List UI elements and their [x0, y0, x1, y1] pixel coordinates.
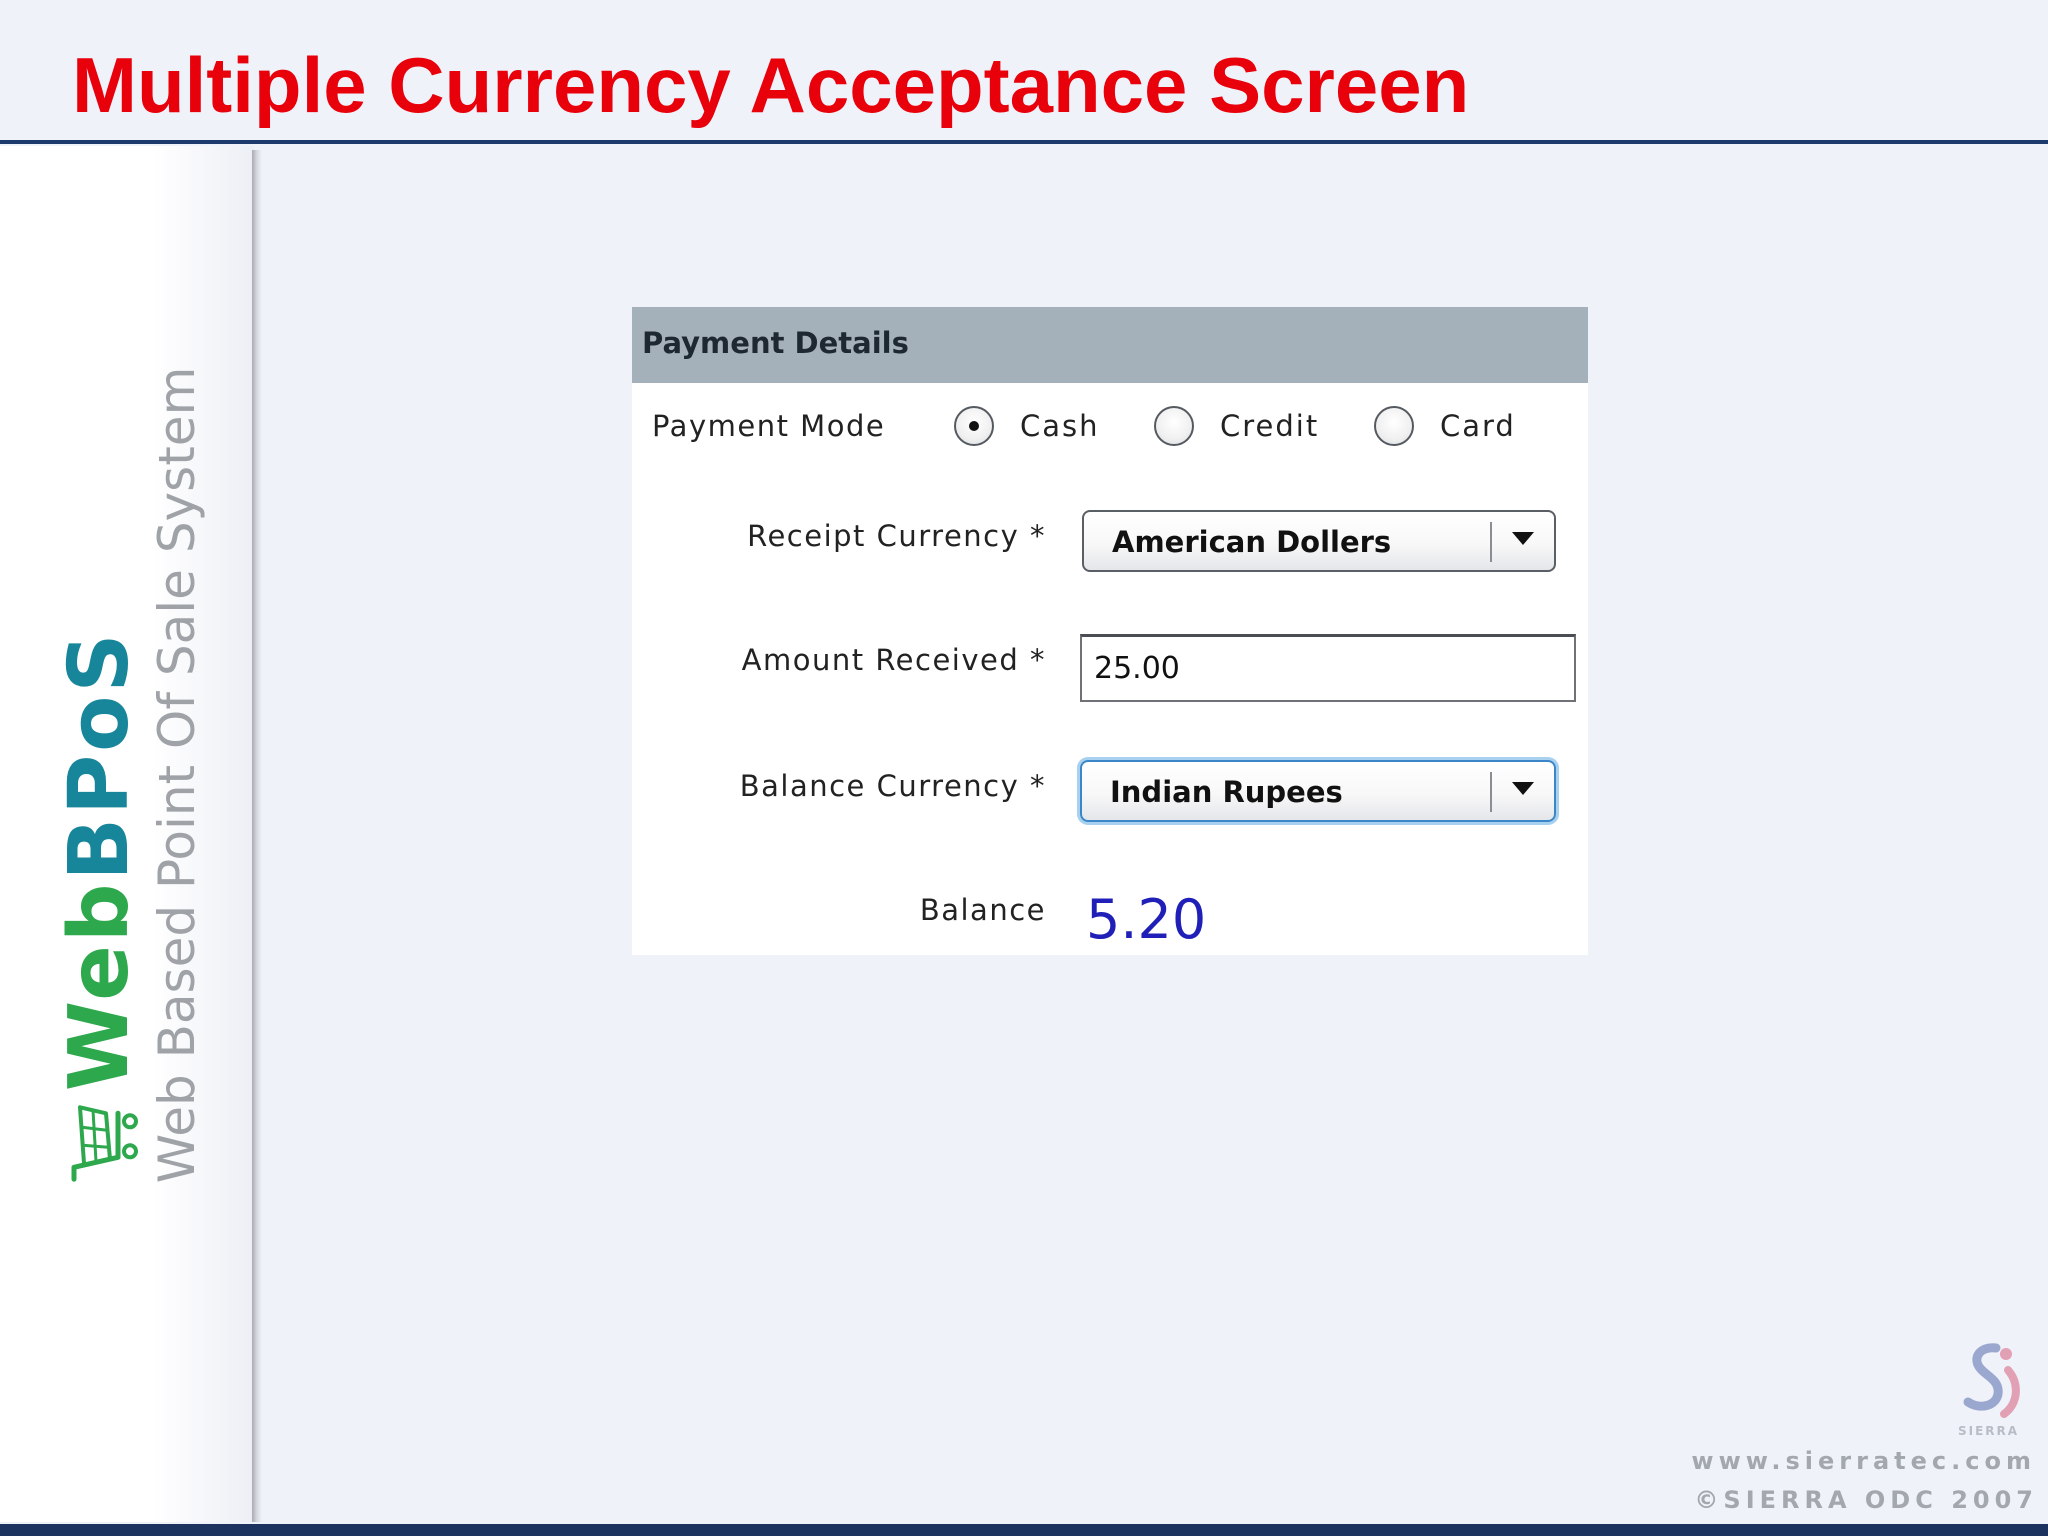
radio-label-credit: Credit [1220, 409, 1320, 443]
brand-rotated-group: WebBPoS Web Based Point Of Sale System [52, 337, 206, 1184]
shopping-cart-icon [71, 1105, 138, 1182]
receipt-currency-label: Receipt Currency * [747, 519, 1046, 553]
footer-copyright: ©SIERRA ODC 2007 [1694, 1486, 2038, 1514]
title-divider [0, 140, 2048, 144]
radio-label-cash: Cash [1020, 409, 1100, 443]
panel-header: Payment Details [632, 307, 1588, 383]
receipt-currency-select[interactable]: American Dollers [1082, 510, 1556, 572]
brand-logo-wrap: WebBPoS Web Based Point Of Sale System [52, 366, 206, 1184]
radio-option-card[interactable]: Card [1374, 400, 1516, 452]
chevron-down-icon[interactable] [1512, 782, 1534, 795]
brand-name: WebBPoS [52, 630, 147, 1092]
brand-name-bpos: BPoS [52, 630, 147, 881]
bottom-bar [0, 1524, 2048, 1536]
radio-label-card: Card [1440, 409, 1516, 443]
payment-mode-label: Payment Mode [652, 409, 886, 443]
chevron-down-icon[interactable] [1512, 532, 1534, 545]
radio-selected-dot [969, 421, 979, 431]
brand-tagline: Web Based Point Of Sale System [148, 366, 206, 1184]
select-divider [1490, 772, 1492, 812]
balance-currency-value: Indian Rupees [1110, 775, 1343, 809]
balance-value: 5.20 [1086, 888, 1207, 951]
radio-option-credit[interactable]: Credit [1154, 400, 1319, 452]
balance-currency-label: Balance Currency * [739, 769, 1046, 803]
radio-credit[interactable] [1154, 406, 1194, 446]
sierra-logo-word: SIERRA [1958, 1424, 2020, 1438]
brand-name-web: Web [52, 880, 147, 1092]
amount-received-input[interactable]: 25.00 [1080, 634, 1576, 702]
sierra-logo-icon [1963, 1343, 2020, 1418]
select-divider [1490, 522, 1492, 562]
radio-cash[interactable] [954, 406, 994, 446]
radio-option-cash[interactable]: Cash [954, 400, 1100, 452]
footer-url: www.sierratec.com [1691, 1447, 2036, 1475]
balance-currency-select[interactable]: Indian Rupees [1080, 760, 1556, 822]
receipt-currency-value: American Dollers [1112, 525, 1392, 559]
panel-title: Payment Details [642, 326, 909, 360]
balance-label: Balance [919, 893, 1046, 927]
brand-logo: WebBPoS [52, 630, 147, 1183]
radio-card[interactable] [1374, 406, 1414, 446]
sidebar-shadow [252, 150, 262, 1522]
amount-received-label: Amount Received * [741, 643, 1046, 677]
slide-title: Multiple Currency Acceptance Screen [72, 41, 1470, 129]
